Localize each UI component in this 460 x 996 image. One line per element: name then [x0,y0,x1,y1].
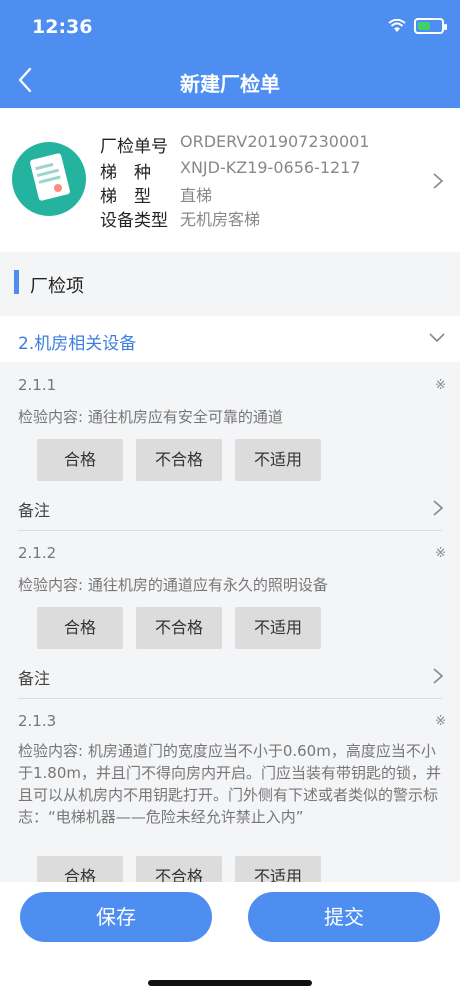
note-label[interactable]: 备注 [18,665,50,689]
document-icon [12,142,86,216]
page-title: 新建厂检单 [180,72,280,96]
device-type-value: 无机房客梯 [180,210,261,229]
home-indicator[interactable] [148,980,312,986]
elevator-type-row: 梯 型 直梯 [100,182,212,207]
elevator-type-label: 梯 型 [100,187,151,207]
required-mark: ※ [435,378,446,393]
order-number-label: 厂检单号 [100,137,168,157]
chevron-right-icon [433,173,444,189]
item-code: 2.1.3 [18,712,57,730]
pass-button[interactable]: 合格 [37,439,123,481]
wifi-icon [388,19,406,32]
required-mark: ※ [435,714,446,729]
order-number-value: ORDERV201907230001 [180,132,370,151]
elevator-kind-value: XNJD-KZ19-0656-1217 [180,158,361,177]
elevator-kind-label: 梯 种 [100,163,151,183]
home-area [0,954,460,996]
divider [18,698,442,699]
header: 12:36 新建厂检单 [0,0,460,108]
pass-button[interactable]: 合格 [37,856,123,882]
fail-button[interactable]: 不合格 [136,439,222,481]
section-header: 厂检项 [0,260,460,308]
required-mark: ※ [435,546,446,561]
not-applicable-button[interactable]: 不适用 [235,607,321,649]
inspection-item-list[interactable]: 2.1.1 ※ 检验内容: 通往机房应有安全可靠的通道 合格 不合格 不适用 备… [0,362,460,882]
section-title: 厂检项 [30,276,84,297]
group-title: 2.机房相关设备 [18,334,137,354]
item-code: 2.1.1 [18,376,57,394]
footer-actions: 保存 提交 [0,882,460,954]
not-applicable-button[interactable]: 不适用 [235,439,321,481]
divider [18,530,442,531]
elevator-kind-row: 梯 种 XNJD-KZ19-0656-1217 [100,158,361,183]
group-header[interactable]: 2.机房相关设备 [0,316,460,362]
chevron-right-icon[interactable] [432,667,444,685]
status-icons [388,18,447,34]
elevator-type-value: 直梯 [180,186,213,205]
save-button[interactable]: 保存 [20,892,212,942]
chevron-down-icon [429,333,445,343]
item-content: 检验内容: 通往机房应有安全可靠的通道 [18,408,283,426]
status-time: 12:36 [32,16,93,38]
note-label[interactable]: 备注 [18,497,50,521]
fail-button[interactable]: 不合格 [136,856,222,882]
pass-button[interactable]: 合格 [37,607,123,649]
order-number-row: 厂检单号 ORDERV201907230001 [100,132,369,157]
order-info-card[interactable]: 厂检单号 ORDERV201907230001 梯 种 XNJD-KZ19-06… [0,108,460,252]
fail-button[interactable]: 不合格 [136,607,222,649]
device-type-row: 设备类型 无机房客梯 [100,206,260,231]
chevron-right-icon[interactable] [432,499,444,517]
battery-icon [414,18,447,34]
item-content: 检验内容: 通往机房的通道应有永久的照明设备 [18,576,328,594]
section-accent-bar [14,270,19,294]
device-type-label: 设备类型 [100,211,168,231]
item-code: 2.1.2 [18,544,57,562]
submit-button[interactable]: 提交 [248,892,440,942]
item-content: 检验内容: 机房通道门的宽度应当不小于0.60m，高度应当不小于1.80m，并且… [18,742,442,826]
not-applicable-button[interactable]: 不适用 [235,856,321,882]
